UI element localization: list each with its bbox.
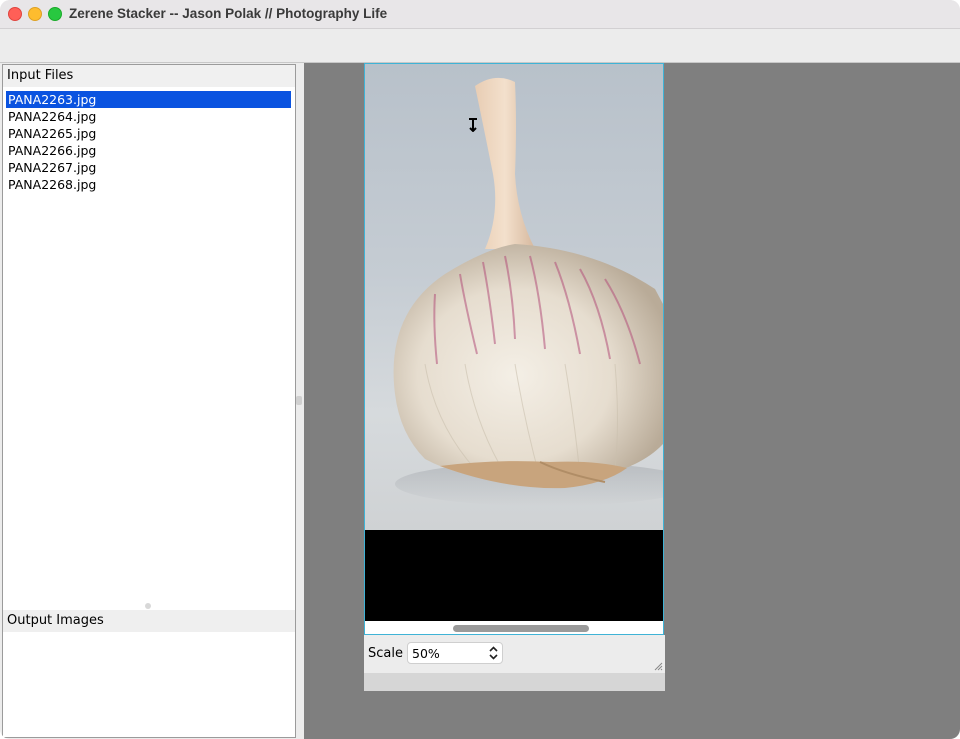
close-window-button[interactable] [8,7,22,21]
input-files-list: PANA2263.jpg PANA2264.jpg PANA2265.jpg P… [6,91,291,193]
minimize-window-button[interactable] [28,7,42,21]
main-split-divider[interactable] [296,396,302,405]
input-file-item[interactable]: PANA2266.jpg [6,142,291,159]
horizontal-scrollbar-thumb[interactable] [453,625,589,632]
input-files-header: Input Files [3,65,295,87]
title-bar: Zerene Stacker -- Jason Polak // Photogr… [0,0,960,29]
input-file-item[interactable]: PANA2265.jpg [6,125,291,142]
menu-toolbar-area [0,29,960,63]
output-images-list[interactable] [3,632,295,737]
window-title: Zerene Stacker -- Jason Polak // Photogr… [69,6,388,21]
scale-control-bar: Scale 50% [364,635,665,673]
horizontal-scrollbar[interactable] [365,621,663,634]
resize-cursor-icon [469,118,477,132]
input-file-item[interactable]: PANA2264.jpg [6,108,291,125]
file-panel: Input Files PANA2263.jpg PANA2264.jpg PA… [2,64,296,738]
image-viewer: Scale 50% [304,63,960,739]
input-file-item[interactable]: PANA2267.jpg [6,159,291,176]
input-file-item[interactable]: PANA2268.jpg [6,176,291,193]
resize-grip-icon[interactable] [653,661,663,671]
scale-label: Scale [368,646,403,661]
app-window: Zerene Stacker -- Jason Polak // Photogr… [0,0,960,739]
zoom-window-button[interactable] [48,7,62,21]
scale-dropdown[interactable]: 50% [407,642,503,664]
input-file-item[interactable]: PANA2263.jpg [6,91,291,108]
up-down-chevron-icon[interactable] [488,645,499,661]
garlic-photo [365,64,663,530]
viewer-footer-bar [364,673,665,691]
image-preview-frame[interactable] [364,63,664,635]
image-padding-band [365,530,663,622]
panel-split-handle[interactable] [145,603,151,609]
scale-value: 50% [412,646,440,661]
output-images-header: Output Images [3,610,295,632]
